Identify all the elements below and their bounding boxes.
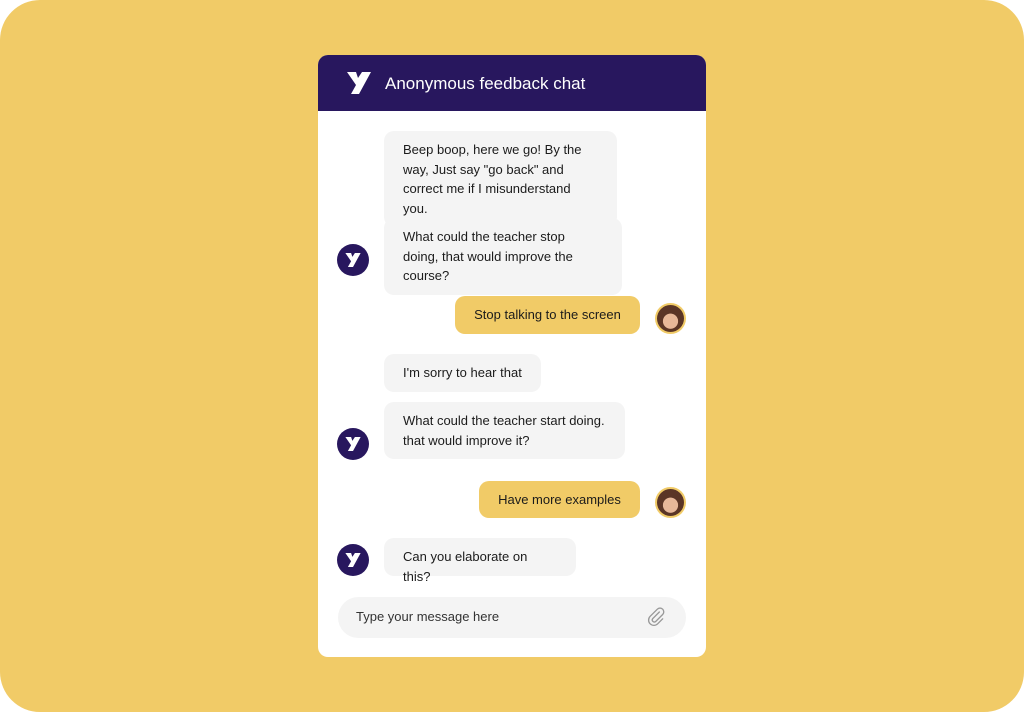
bot-avatar <box>337 544 369 576</box>
chat-window: Anonymous feedback chat Beep boop, here … <box>318 55 706 657</box>
chat-header: Anonymous feedback chat <box>318 55 706 111</box>
paperclip-icon[interactable] <box>646 607 666 627</box>
user-message: Have more examples <box>479 481 640 518</box>
bot-message: I'm sorry to hear that <box>384 354 541 392</box>
bot-avatar <box>337 428 369 460</box>
user-message: Stop talking to the screen <box>455 296 640 334</box>
bot-avatar <box>337 244 369 276</box>
bot-message: Beep boop, here we go! By the way, Just … <box>384 131 617 227</box>
brand-logo-icon <box>347 72 371 94</box>
message-placeholder: Type your message here <box>356 609 500 624</box>
user-avatar <box>655 487 686 518</box>
message-input[interactable]: Type your message here <box>338 597 686 638</box>
bot-message: What could the teacher start doing. that… <box>384 402 625 459</box>
bot-message: What could the teacher stop doing, that … <box>384 218 622 295</box>
brand-logo-icon <box>345 437 361 451</box>
brand-logo-icon <box>345 253 361 267</box>
brand-logo-icon <box>345 553 361 567</box>
user-avatar <box>655 303 686 334</box>
chat-title: Anonymous feedback chat <box>385 74 586 93</box>
bot-message: Can you elaborate on this? <box>384 538 576 584</box>
